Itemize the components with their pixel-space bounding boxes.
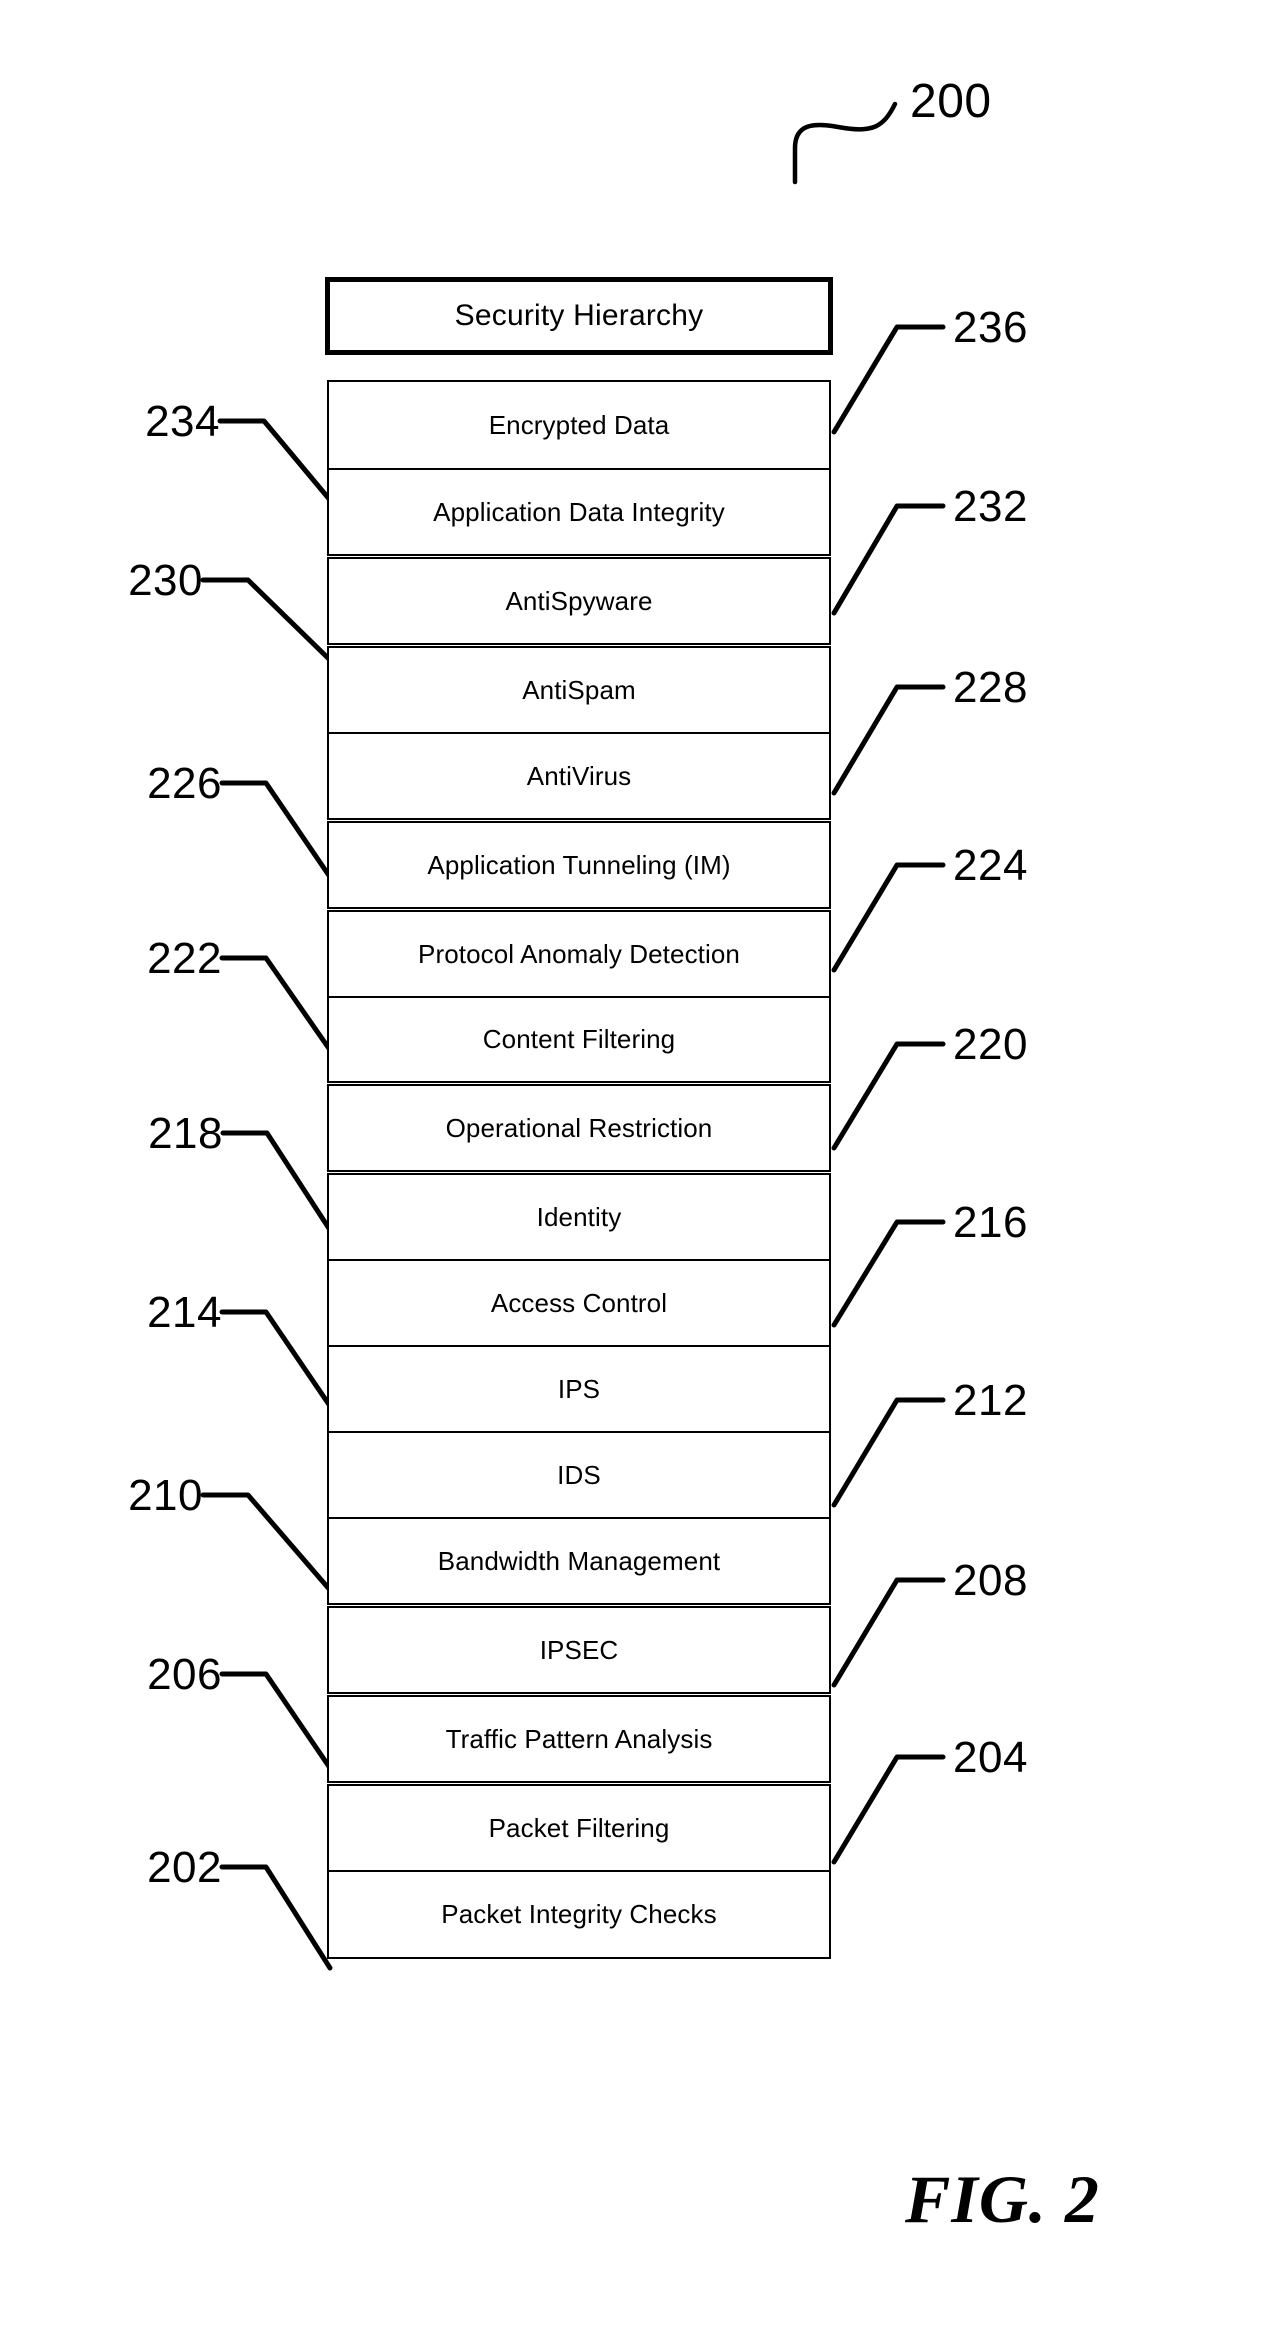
layer-label: IPS bbox=[557, 1373, 601, 1404]
layer-label: Access Control bbox=[490, 1287, 668, 1318]
layer-label: Traffic Pattern Analysis bbox=[445, 1723, 713, 1754]
figure-caption: FIG. 2 bbox=[905, 2161, 1100, 2237]
leader-line-210 bbox=[200, 1492, 333, 1593]
layer-box-content-filtering[interactable]: Content Filtering bbox=[327, 996, 831, 1083]
reference-numeral-232: 232 bbox=[953, 482, 1028, 531]
layer-label: IDS bbox=[557, 1459, 601, 1490]
reference-numeral-236: 236 bbox=[953, 303, 1028, 352]
layer-label: Packet Filtering bbox=[488, 1812, 670, 1843]
layer-label: Content Filtering bbox=[482, 1024, 676, 1054]
layer-label: Operational Restriction bbox=[445, 1112, 713, 1143]
reference-numeral-204: 204 bbox=[953, 1733, 1028, 1782]
layer-box-ips[interactable]: IPS bbox=[327, 1345, 831, 1433]
leader-line-220 bbox=[831, 1041, 946, 1151]
layer-box-ids[interactable]: IDS bbox=[327, 1431, 831, 1519]
leader-line-222 bbox=[219, 955, 333, 1053]
reference-numeral-216: 216 bbox=[953, 1198, 1028, 1247]
reference-numeral-234: 234 bbox=[145, 397, 220, 446]
reference-numeral-200: 200 bbox=[910, 75, 992, 128]
layer-box-ipsec[interactable]: IPSEC bbox=[327, 1606, 831, 1694]
patent-figure: 200 Security Hierarchy Encrypted Data Ap… bbox=[0, 0, 1286, 2352]
layer-label: AntiVirus bbox=[526, 760, 632, 791]
reference-numeral-210: 210 bbox=[128, 1471, 203, 1520]
reference-numeral-222: 222 bbox=[147, 934, 222, 983]
leader-line-230 bbox=[200, 577, 333, 663]
leader-line-226 bbox=[219, 780, 333, 880]
layer-label: AntiSpyware bbox=[505, 585, 653, 616]
leader-line-202 bbox=[219, 1864, 333, 1971]
layer-label: Bandwidth Management bbox=[437, 1545, 721, 1576]
leader-line-212 bbox=[831, 1397, 946, 1508]
leader-line-232 bbox=[831, 503, 946, 616]
layer-label: Protocol Anomaly Detection bbox=[418, 938, 740, 969]
layer-box-operational-restriction[interactable]: Operational Restriction bbox=[327, 1084, 831, 1172]
leader-line-228 bbox=[831, 684, 946, 796]
leader-line-214 bbox=[219, 1309, 333, 1409]
reference-numeral-224: 224 bbox=[953, 841, 1028, 890]
leader-line-208 bbox=[831, 1577, 946, 1688]
layer-box-application-data-integrity[interactable]: Application Data Integrity bbox=[327, 468, 831, 556]
layer-box-packet-integrity-checks[interactable]: Packet Integrity Checks bbox=[327, 1870, 831, 1959]
reference-numeral-226: 226 bbox=[147, 759, 222, 808]
leader-line-216 bbox=[831, 1219, 946, 1328]
leader-line-218 bbox=[220, 1130, 333, 1233]
layer-box-access-control[interactable]: Access Control bbox=[327, 1259, 831, 1347]
layer-label: IPSEC bbox=[539, 1634, 619, 1665]
reference-numeral-228: 228 bbox=[953, 663, 1028, 712]
leader-line-224 bbox=[831, 862, 946, 973]
layer-label: Identity bbox=[536, 1201, 622, 1232]
layer-label: Application Data Integrity bbox=[433, 496, 725, 527]
reference-numeral-206: 206 bbox=[147, 1650, 222, 1699]
leader-line-236 bbox=[831, 324, 946, 435]
reference-numeral-230: 230 bbox=[128, 556, 203, 605]
reference-numeral-218: 218 bbox=[148, 1109, 223, 1158]
layer-box-antivirus[interactable]: AntiVirus bbox=[327, 732, 831, 820]
layer-label: Application Tunneling (IM) bbox=[427, 849, 731, 880]
layer-box-protocol-anomaly-detection[interactable]: Protocol Anomaly Detection bbox=[327, 910, 831, 998]
reference-numeral-212: 212 bbox=[953, 1376, 1028, 1425]
layer-box-packet-filtering[interactable]: Packet Filtering bbox=[327, 1784, 831, 1872]
reference-numeral-220: 220 bbox=[953, 1020, 1028, 1069]
layer-label: Encrypted Data bbox=[488, 409, 670, 440]
layer-box-encrypted-data[interactable]: Encrypted Data bbox=[327, 380, 831, 470]
reference-numeral-214: 214 bbox=[147, 1288, 222, 1337]
layer-box-antispam[interactable]: AntiSpam bbox=[327, 646, 831, 734]
security-hierarchy-title-box: Security Hierarchy bbox=[325, 277, 833, 355]
leader-curve-200 bbox=[792, 101, 898, 185]
layer-label: Packet Integrity Checks bbox=[441, 1899, 717, 1929]
layer-box-application-tunneling[interactable]: Application Tunneling (IM) bbox=[327, 821, 831, 909]
leader-line-234 bbox=[217, 418, 333, 503]
leader-line-204 bbox=[831, 1754, 946, 1865]
leader-line-206 bbox=[219, 1671, 333, 1771]
layer-box-traffic-pattern-analysis[interactable]: Traffic Pattern Analysis bbox=[327, 1695, 831, 1783]
layer-label: AntiSpam bbox=[522, 674, 636, 705]
security-layer-stack: Encrypted Data Application Data Integrit… bbox=[327, 380, 831, 1959]
layer-box-identity[interactable]: Identity bbox=[327, 1173, 831, 1261]
reference-numeral-208: 208 bbox=[953, 1556, 1028, 1605]
layer-box-bandwidth-management[interactable]: Bandwidth Management bbox=[327, 1517, 831, 1605]
reference-numeral-202: 202 bbox=[147, 1843, 222, 1892]
layer-box-antispyware[interactable]: AntiSpyware bbox=[327, 557, 831, 645]
security-hierarchy-title-text: Security Hierarchy bbox=[454, 299, 704, 332]
